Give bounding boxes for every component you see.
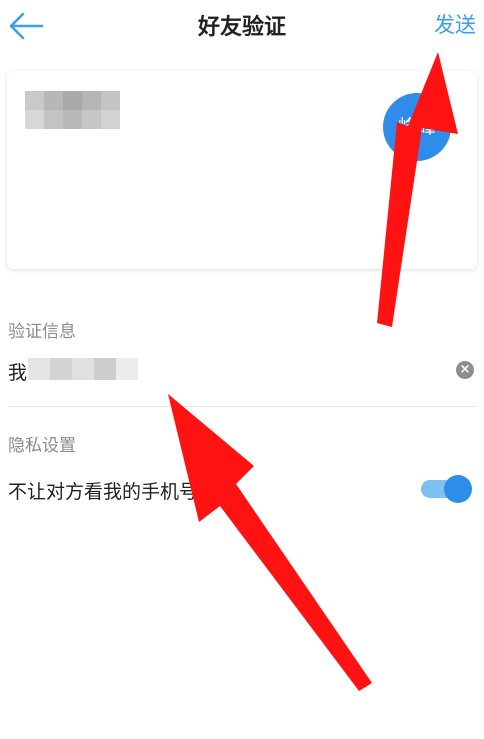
send-button[interactable]: 发送 bbox=[434, 9, 476, 39]
hide-phone-toggle[interactable] bbox=[421, 475, 473, 503]
verification-section-label: 验证信息 bbox=[8, 322, 76, 342]
verification-message-text: 我 bbox=[8, 362, 28, 384]
clear-circle-icon[interactable]: × bbox=[456, 361, 474, 379]
hide-phone-label: 不让对方看我的手机号 bbox=[8, 481, 199, 503]
verification-message-field[interactable]: 我 × bbox=[0, 348, 484, 392]
blurred-nickname bbox=[25, 91, 120, 129]
page-title: 好友验证 bbox=[197, 15, 286, 40]
avatar: 峰峰 bbox=[383, 93, 451, 161]
arrow-to-verification-field bbox=[168, 394, 372, 691]
friend-verification-screen: 好友验证 发送 峰峰 验证信息 我 × 隐私设置 不让对方看我的手机号 bbox=[0, 0, 484, 739]
blurred-message-content bbox=[28, 352, 138, 382]
toggle-knob bbox=[444, 475, 472, 503]
profile-card: 峰峰 bbox=[7, 71, 477, 269]
hide-phone-setting-row: 不让对方看我的手机号 bbox=[0, 470, 484, 510]
privacy-section-label: 隐私设置 bbox=[8, 436, 76, 456]
section-divider bbox=[8, 406, 477, 407]
top-bar: 好友验证 发送 bbox=[0, 0, 484, 52]
